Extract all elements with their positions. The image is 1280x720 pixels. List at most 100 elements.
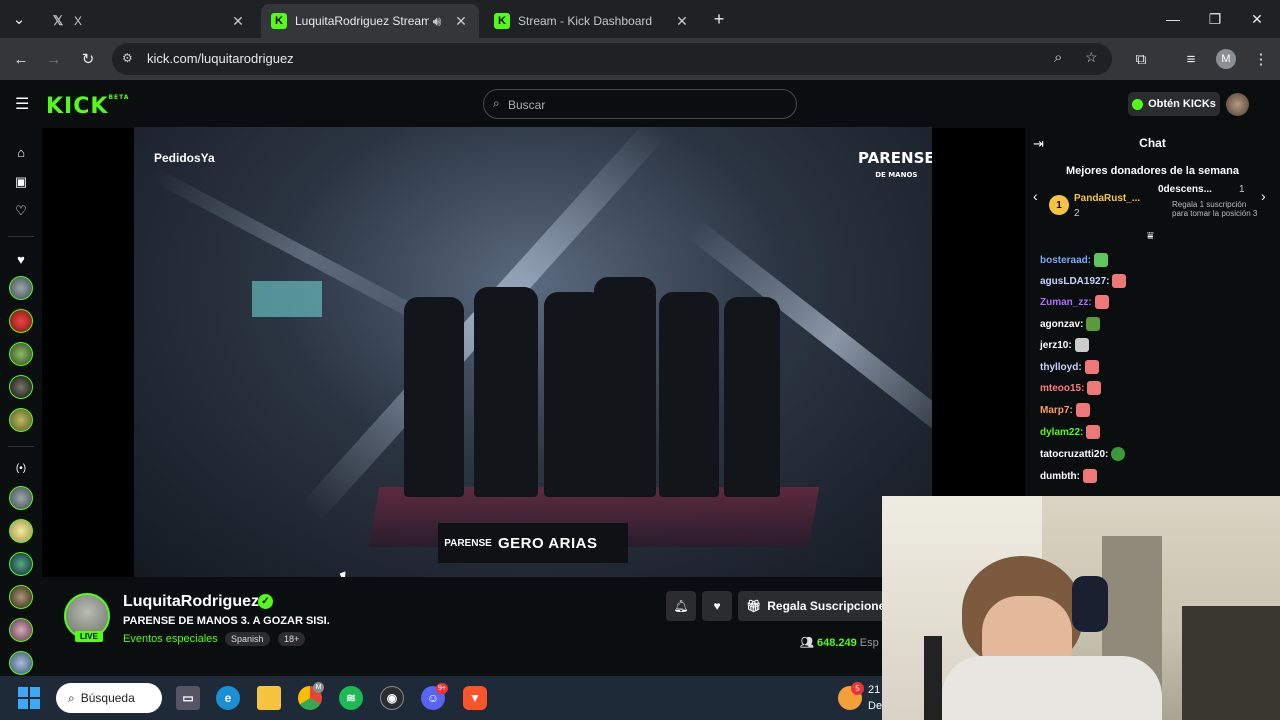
chat-username[interactable]: tatocruzatti20: bbox=[1040, 449, 1108, 460]
donor-count: 2 bbox=[1074, 208, 1080, 219]
tab-close-icon[interactable]: ✕ bbox=[230, 13, 246, 30]
user-avatar[interactable] bbox=[1226, 93, 1249, 116]
tab-search-chevron-icon[interactable]: ⌄ bbox=[8, 8, 30, 30]
recommended-channel-avatar[interactable] bbox=[9, 552, 33, 576]
chat-username[interactable]: dylam22: bbox=[1040, 427, 1083, 438]
zoom-icon[interactable]: ⌕ bbox=[1054, 49, 1062, 66]
window-close-icon[interactable]: ✕ bbox=[1234, 6, 1280, 32]
browser-tab-strip: ⌄ 𝕏 X ✕ K LuquitaRodriguez Stream - 🔊︎ ✕… bbox=[0, 0, 1280, 38]
notification-bell-button[interactable]: 🔔︎ bbox=[666, 591, 696, 621]
emote-icon bbox=[1094, 295, 1109, 309]
spotify-icon[interactable]: ≋ bbox=[339, 686, 363, 710]
new-tab-icon[interactable]: + bbox=[708, 8, 730, 30]
following-heart-icon[interactable]: ♡ bbox=[11, 201, 31, 221]
edge-icon[interactable]: e bbox=[216, 686, 240, 710]
tab-title: Stream - Kick Dashboard bbox=[518, 14, 653, 28]
kick-beta-badge: BETA bbox=[108, 94, 130, 101]
recommended-channel-avatar[interactable] bbox=[9, 519, 33, 543]
language-tag[interactable]: Spanish bbox=[225, 632, 270, 646]
tab-kick-stream[interactable]: K LuquitaRodriguez Stream - 🔊︎ ✕ bbox=[261, 4, 479, 38]
channel-name[interactable]: LuquitaRodriguez bbox=[123, 593, 259, 611]
kick-logo-icon: K bbox=[494, 13, 510, 29]
chat-username[interactable]: jerz10: bbox=[1040, 340, 1072, 351]
chat-username[interactable]: agonzav: bbox=[1040, 319, 1083, 330]
notification-badge: 5 bbox=[851, 682, 864, 695]
chat-username[interactable]: Marp7: bbox=[1040, 405, 1073, 416]
get-kicks-button[interactable]: Obtén KICKs bbox=[1128, 92, 1220, 116]
verified-check-icon: ✓ bbox=[258, 594, 273, 609]
event-logo-line1: PARENSE bbox=[858, 149, 932, 167]
site-info-icon[interactable]: ⚙︎ bbox=[122, 51, 133, 65]
sidebar-divider bbox=[8, 236, 34, 237]
followed-channel-avatar[interactable] bbox=[9, 342, 33, 366]
home-icon[interactable]: ⌂ bbox=[11, 142, 31, 162]
chat-username[interactable]: agusLDA1927: bbox=[1040, 276, 1109, 287]
recommended-channel-avatar[interactable] bbox=[9, 486, 33, 510]
sponsor-logo: PedidosYa bbox=[154, 151, 215, 165]
donor-count: 1 bbox=[1239, 184, 1245, 195]
viewers-icon: 👥︎ bbox=[800, 637, 814, 649]
donors-prev-icon[interactable]: ‹ bbox=[1033, 188, 1038, 204]
chat-username[interactable]: dumbth: bbox=[1040, 471, 1080, 482]
followed-channel-avatar[interactable] bbox=[9, 309, 33, 333]
kick-logo[interactable]: KICKBETA bbox=[46, 94, 129, 119]
chat-message: Zuman_zz: bbox=[1040, 295, 1109, 309]
tab-x[interactable]: 𝕏 X ✕ bbox=[40, 4, 256, 38]
mature-tag[interactable]: 18+ bbox=[278, 632, 306, 646]
chat-filter-icon[interactable]: ⩸ bbox=[1147, 230, 1154, 243]
task-view-icon[interactable]: ▭ bbox=[176, 686, 200, 710]
chat-username[interactable]: bosteraad: bbox=[1040, 255, 1091, 266]
video-player[interactable]: PedidosYa PARENSE DE MANOS PARENSE GERO A… bbox=[134, 127, 932, 577]
reload-icon[interactable]: ↻ bbox=[77, 48, 99, 70]
file-explorer-icon[interactable] bbox=[257, 686, 281, 710]
hamburger-menu-icon[interactable]: ☰ bbox=[15, 94, 29, 114]
gift-subscriptions-button[interactable]: 🎁︎ Regala Suscripcione bbox=[738, 591, 888, 621]
search-icon: ⌕ bbox=[68, 690, 75, 705]
back-icon[interactable]: ← bbox=[10, 48, 32, 70]
followed-channel-avatar[interactable] bbox=[9, 408, 33, 432]
emote-icon bbox=[1086, 425, 1101, 439]
chat-username[interactable]: Zuman_zz: bbox=[1040, 297, 1092, 308]
taskbar-search-label: Búsqueda bbox=[80, 691, 135, 705]
bookmark-star-icon[interactable]: ☆ bbox=[1085, 49, 1098, 66]
person-shirt bbox=[942, 656, 1162, 720]
follow-heart-button[interactable]: ♥ bbox=[702, 591, 732, 621]
person-silhouette bbox=[594, 277, 656, 497]
clock-date[interactable]: De bbox=[868, 700, 882, 712]
recommended-channel-avatar[interactable] bbox=[9, 651, 33, 675]
restore-icon[interactable]: ❐ bbox=[1192, 6, 1238, 32]
followed-channel-avatar[interactable] bbox=[9, 276, 33, 300]
chat-username[interactable]: mteoo15: bbox=[1040, 383, 1084, 394]
chat-message: bosteraad: bbox=[1040, 253, 1109, 267]
speaker-icon[interactable]: 🔊︎ bbox=[429, 13, 445, 30]
extensions-icon[interactable]: ⧉ bbox=[1130, 48, 1152, 70]
stream-category[interactable]: Eventos especiales bbox=[123, 633, 218, 645]
chat-message: dumbth: bbox=[1040, 469, 1097, 483]
chat-message: dylam22: bbox=[1040, 425, 1101, 439]
donors-next-icon[interactable]: › bbox=[1261, 188, 1266, 204]
windows-taskbar: ⌕ Búsqueda ▭ e M ≋ ◉ ☺ 9+ ▼ 5 21 De bbox=[0, 676, 882, 720]
menu-kebab-icon[interactable]: ⋮ bbox=[1250, 48, 1272, 70]
windows-start-icon[interactable] bbox=[18, 687, 40, 709]
address-bar[interactable]: ⚙︎ kick.com/luquitarodriguez ⌕ ☆ bbox=[112, 43, 1112, 75]
profile-avatar[interactable]: M bbox=[1216, 49, 1236, 69]
taskbar-search[interactable]: ⌕ Búsqueda bbox=[56, 683, 162, 713]
headset-icon bbox=[1072, 576, 1108, 632]
viewer-count: 👥︎ 648.249 Esp bbox=[800, 636, 879, 649]
chrome-profile-badge: M bbox=[313, 682, 324, 693]
followed-channel-avatar[interactable] bbox=[9, 375, 33, 399]
media-control-icon[interactable]: ≡ bbox=[1180, 48, 1202, 70]
obs-icon[interactable]: ◉ bbox=[380, 686, 404, 710]
search-input[interactable]: ⌕ Buscar bbox=[483, 89, 797, 119]
tab-kick-dashboard[interactable]: K Stream - Kick Dashboard ✕ bbox=[484, 4, 700, 38]
forward-icon[interactable]: → bbox=[43, 48, 65, 70]
browse-icon[interactable]: ▣ bbox=[11, 172, 31, 192]
tab-close-icon[interactable]: ✕ bbox=[674, 13, 690, 30]
minimize-icon[interactable]: — bbox=[1150, 6, 1196, 32]
brave-icon[interactable]: ▼ bbox=[463, 686, 487, 710]
tab-close-icon[interactable]: ✕ bbox=[453, 13, 469, 30]
chat-username[interactable]: thylloyd: bbox=[1040, 362, 1082, 373]
recommended-channel-avatar[interactable] bbox=[9, 618, 33, 642]
clock-time[interactable]: 21 bbox=[868, 684, 880, 696]
recommended-channel-avatar[interactable] bbox=[9, 585, 33, 609]
